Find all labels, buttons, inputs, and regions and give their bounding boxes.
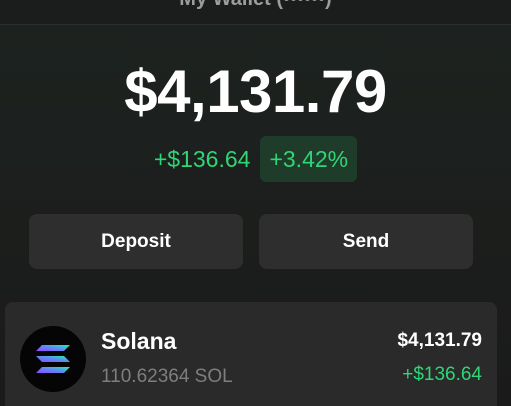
change-amount: +$136.64 — [153, 146, 251, 172]
balance-change-row: +$136.64 +3.42% — [0, 136, 511, 182]
token-name: Solana — [101, 328, 177, 354]
action-buttons: Deposit Send — [29, 214, 473, 269]
token-amount: 110.62364 SOL — [101, 366, 233, 387]
deposit-button[interactable]: Deposit — [29, 214, 243, 269]
wallet-title[interactable]: My Wallet (••••••) — [0, 0, 511, 11]
token-row-solana[interactable]: Solana 110.62364 SOL $4,131.79 +$136.64 — [5, 302, 497, 406]
solana-logo-icon — [20, 326, 86, 392]
solana-logo-glyph — [36, 345, 70, 373]
top-bar: My Wallet (••••••) — [0, 0, 511, 25]
total-balance: $4,131.79 — [124, 58, 387, 125]
send-button[interactable]: Send — [259, 214, 473, 269]
token-change: +$136.64 — [402, 364, 482, 385]
token-value: $4,131.79 — [397, 330, 482, 351]
wallet-screen: My Wallet (••••••) $4,131.79 +$136.64 +3… — [0, 0, 511, 406]
change-percent-badge: +3.42% — [260, 136, 358, 182]
